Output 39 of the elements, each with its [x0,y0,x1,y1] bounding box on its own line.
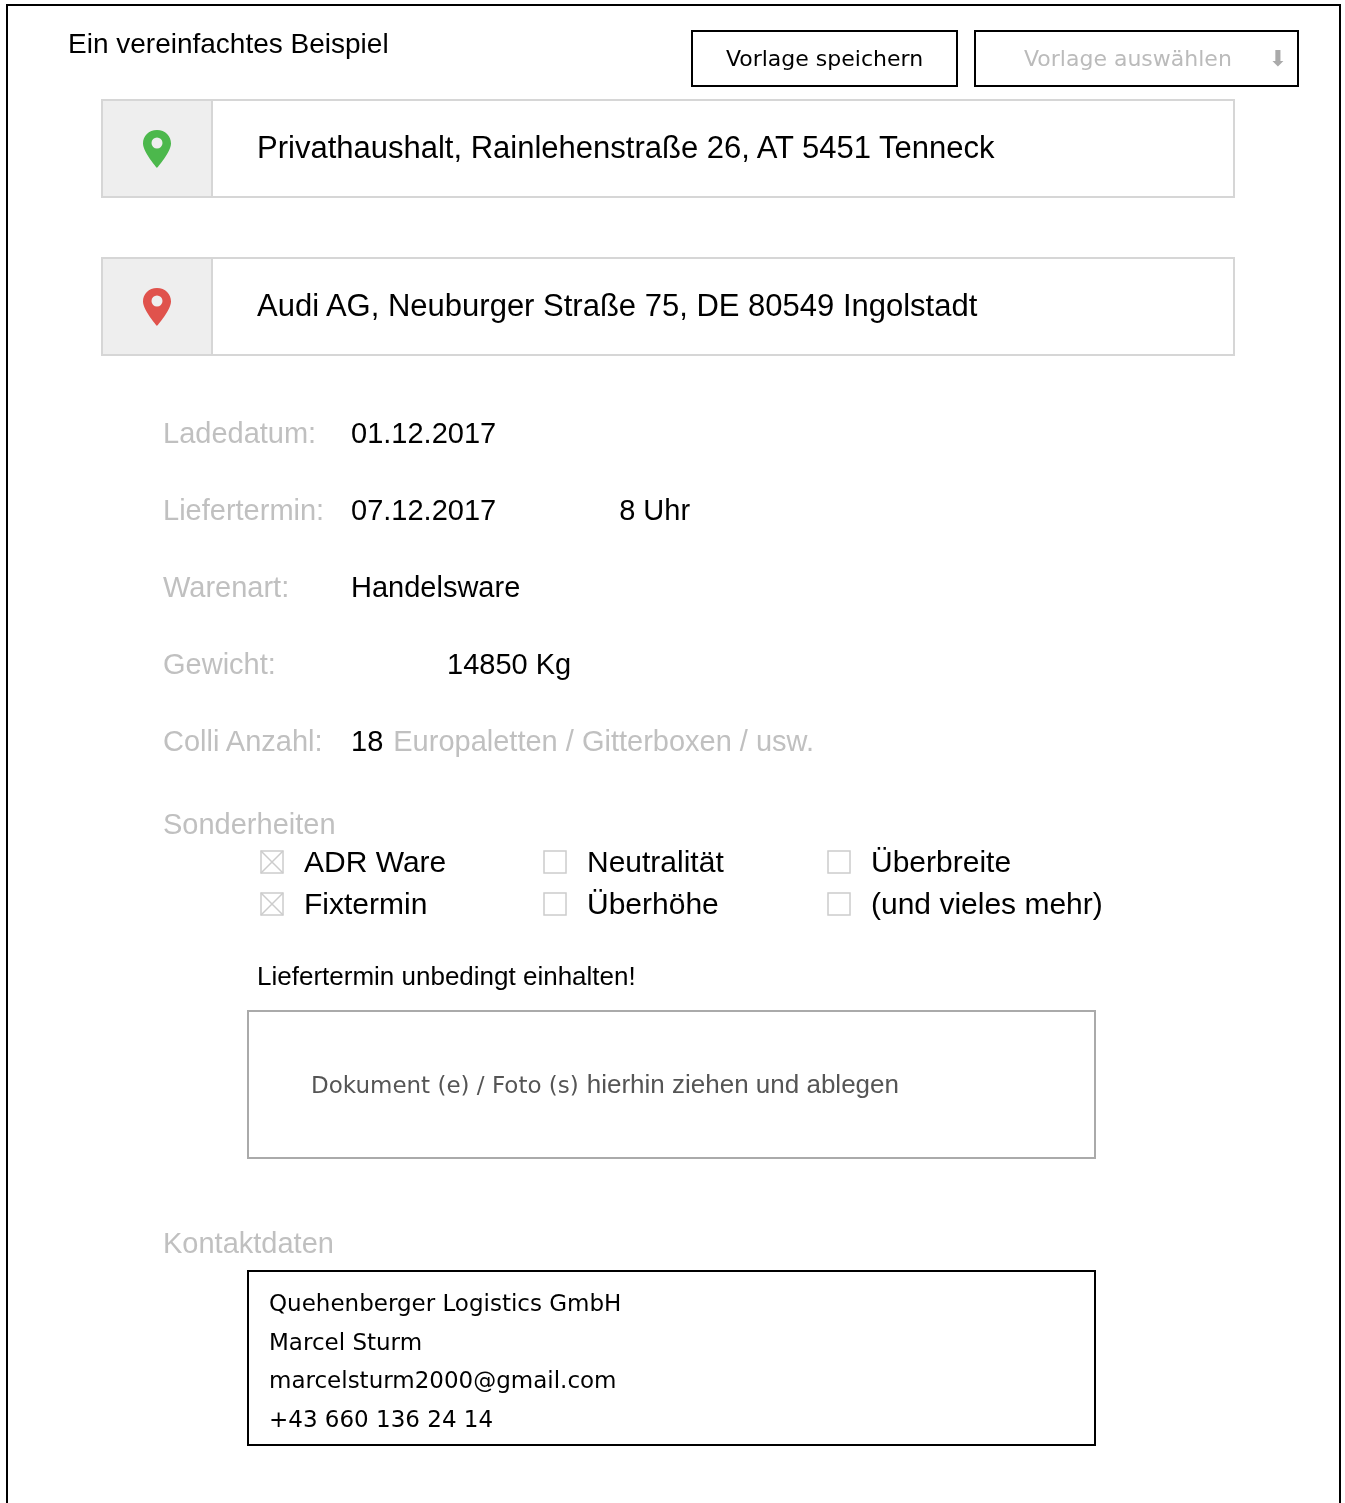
checkbox[interactable] [543,892,567,916]
page-title: Ein vereinfachtes Beispiel [68,30,389,58]
field-label: Gewicht: [163,646,277,682]
checkbox[interactable] [543,850,567,874]
checkbox[interactable] [827,892,851,916]
section-heading: Sonderheiten [163,810,337,839]
contact-line: marcelsturm2000@gmail.com [269,1366,618,1395]
checkbox-label[interactable]: (und vieles mehr) [871,887,1103,921]
contact-line: Marcel Sturm [269,1327,424,1357]
field-value: 01.12.2017 [351,415,497,451]
note-text: Liefertermin unbedingt einhalten! [257,960,637,993]
address-field[interactable]: Privathaushalt, Rainlehenstraße 26, AT 5451 Tenneck [101,99,1235,198]
checkbox-label[interactable]: Überhöhe [587,887,719,921]
save-template-button[interactable]: Vorlage speichern [691,30,958,87]
field-value: Handelsware [351,569,521,605]
address-text: Privathaushalt, Rainlehenstraße 26, AT 5451 Tenneck [256,129,995,168]
field-label: Liefertermin: [163,492,326,528]
drop-zone-text: Dokument (e) / Foto (s) hierhin ziehen und ablegen [311,1068,899,1101]
time-value: 8 Uhr [619,492,691,528]
address-field[interactable]: Audi AG, Neuburger Straße 75, DE 80549 Ingolstadt [101,257,1235,356]
field-value: 18 [351,723,384,759]
field-value: 14850 Kg [447,646,572,682]
checkbox-label[interactable]: ADR Ware [304,845,447,879]
field-label: Ladedatum: [163,415,318,451]
checkbox[interactable] [827,850,851,874]
checkbox[interactable] [260,850,284,874]
unit-hint: Europaletten / Gitterboxen / usw. [393,723,814,759]
contact-line: Quehenberger Logistics GmbH [269,1289,623,1318]
checkbox[interactable] [260,892,284,916]
checkbox-label[interactable]: Überbreite [871,845,1012,879]
contact-line: +43 660 136 24 14 [269,1404,495,1434]
address-text: Audi AG, Neuburger Straße 75, DE 80549 Ingolstadt [256,287,978,326]
checkbox-label[interactable]: Neutralität [587,845,724,879]
field-value: 07.12.2017 [351,492,497,528]
checkbox-label[interactable]: Fixtermin [304,887,428,921]
field-label: Colli Anzahl: [163,723,324,759]
file-drop-zone[interactable]: Dokument (e) / Foto (s) hierhin ziehen und ablegen [247,1010,1096,1159]
field-label: Warenart: [163,569,291,605]
section-heading: Kontaktdaten [163,1229,335,1258]
